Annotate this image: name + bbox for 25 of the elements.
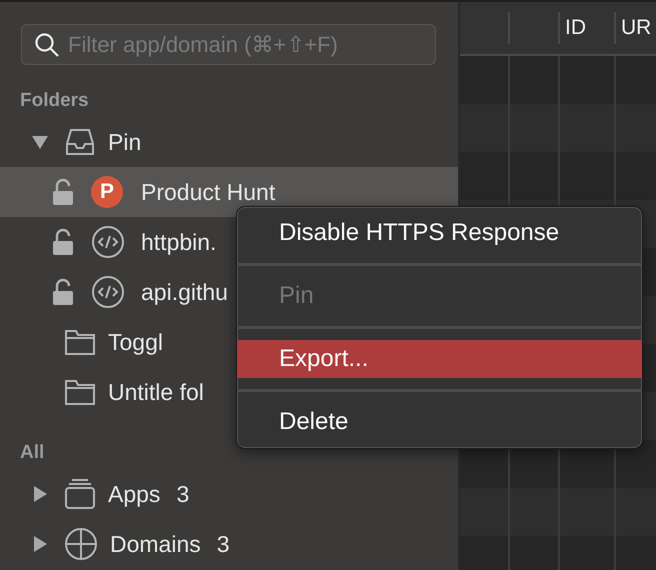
unlocked-lock-icon: [52, 178, 74, 206]
column-header[interactable]: ID: [565, 16, 586, 40]
code-icon: [91, 225, 125, 259]
globe-icon: [64, 527, 98, 561]
section-header: All: [20, 442, 44, 464]
menu-item[interactable]: Disable HTTPS Response: [237, 214, 642, 252]
logo-icon: P: [91, 176, 123, 208]
sidebar-item[interactable]: P Product Hunt: [0, 167, 458, 217]
code-icon: [91, 275, 125, 309]
inbox-icon: [64, 128, 96, 156]
search-icon: [34, 32, 60, 58]
menu-item[interactable]: Delete: [237, 403, 642, 441]
search-field[interactable]: Filter app/domain (⌘+⇧+F): [21, 24, 436, 65]
section-header: Folders: [20, 90, 89, 112]
unlocked-lock-icon: [52, 278, 74, 306]
column-header[interactable]: UR: [621, 16, 652, 40]
menu-item: Pin: [278, 281, 315, 311]
folder-icon: [64, 328, 96, 356]
sidebar-item[interactable]: Pin: [0, 117, 458, 167]
sidebar-item[interactable]: Domains 3: [0, 519, 458, 569]
sidebar-item[interactable]: Apps 3: [0, 469, 458, 519]
unlocked-lock-icon: [52, 228, 74, 256]
folder-icon: [64, 378, 96, 406]
stack-icon: [64, 478, 96, 510]
menu-item[interactable]: Export...: [237, 340, 642, 378]
